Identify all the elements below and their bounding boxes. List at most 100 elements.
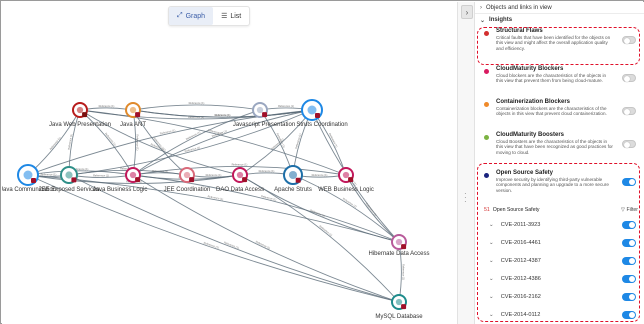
toggle-knob [629, 312, 635, 318]
objects-links-header[interactable]: › Objects and links in view [475, 2, 644, 14]
edge-label: Reference (1) [159, 128, 175, 135]
graph-edge[interactable] [132, 174, 400, 303]
graph-edge[interactable] [239, 174, 400, 303]
graph-node-mysql[interactable]: MySQL Database [375, 294, 423, 320]
insight-toggle[interactable] [622, 140, 636, 148]
cve-label: CVE-2012-4387 [500, 258, 541, 264]
insights-title: Insights [489, 17, 513, 23]
node-icon [183, 171, 191, 179]
cve-list: ⌄ CVE-2011-3923 ⌄ CVE-2016-4461 ⌄ CVE-2012-43… [475, 216, 644, 324]
node-label: Apache Struts [274, 187, 312, 193]
list-view-label: List [230, 12, 242, 20]
chevron-down-icon[interactable]: ⌄ [489, 312, 494, 318]
toggle-knob [629, 258, 635, 264]
cve-toggle[interactable] [622, 311, 636, 319]
warning-badge-icon [315, 113, 320, 118]
insight-toggle[interactable] [622, 178, 636, 186]
app-window: Reference (1) Reference (1) Reference (1) R… [0, 0, 644, 324]
cve-row[interactable]: ⌄ CVE-2012-4386 [475, 270, 644, 288]
cve-row[interactable]: ⌄ CVE-2014-0112 [475, 306, 644, 324]
cve-toggle[interactable] [622, 239, 636, 247]
cve-row[interactable]: ⌄ CVE-2016-2162 [475, 288, 644, 306]
toggle-knob [624, 37, 630, 44]
graph-edge[interactable] [27, 174, 400, 243]
warning-badge-icon [31, 178, 36, 183]
cve-row[interactable]: ⌄ CVE-2012-4387 [475, 252, 644, 270]
view-toggle: ⤢ Graph ☰ List [168, 6, 251, 26]
chevron-down-icon[interactable]: ⌄ [489, 222, 494, 228]
list-icon: ☰ [221, 13, 228, 20]
insight-cloudmaturity-blockers: CloudMaturity Blockers Cloud blockers are… [475, 64, 644, 97]
graph-node-hibernate[interactable]: Hibernate Data Access [368, 234, 430, 257]
drag-handle-icon[interactable]: · · · [464, 190, 467, 206]
cve-label: CVE-2012-4386 [500, 276, 541, 282]
insight-toggle[interactable] [622, 107, 636, 115]
filter-button[interactable]: ▽ Filter [621, 207, 638, 213]
edge-label: Reference (1) [401, 264, 405, 280]
insight-description: Improve security by identifying third-pa… [496, 177, 609, 193]
graph-edge[interactable] [68, 109, 313, 176]
insight-color-dot [484, 102, 489, 107]
insight-toggle[interactable] [622, 74, 636, 82]
node-icon [76, 106, 84, 114]
graph-edge[interactable] [68, 174, 400, 303]
graph-edge[interactable] [292, 174, 400, 243]
insight-description: Cloud Boosters are the characteristics o… [496, 139, 613, 155]
warning-badge-icon [295, 177, 301, 183]
insights-panel: › Objects and links in view ⌄ Insights S… [475, 2, 644, 324]
graph-edge[interactable] [79, 109, 347, 176]
chevron-right-icon: › [480, 4, 482, 11]
edge-label: Reference (1) [136, 135, 140, 151]
edge-label: Reference (1) [278, 104, 294, 108]
chevron-down-icon: ⌄ [480, 17, 486, 24]
edge-label: Reference (1) [365, 202, 378, 217]
insights-header[interactable]: ⌄ Insights [475, 14, 644, 26]
cve-toggle[interactable] [622, 275, 636, 283]
toggle-knob [629, 240, 635, 246]
node-icon [307, 105, 317, 115]
graph-edge[interactable] [239, 174, 400, 243]
warning-badge-icon [401, 304, 407, 310]
node-icon [65, 171, 73, 179]
insight-color-dot [484, 173, 489, 178]
graph-svg[interactable]: Reference (1) Reference (1) Reference (1) R… [2, 2, 457, 324]
insight-open-source-safety: Open Source Safety Improve security by id… [475, 168, 644, 204]
edge-label: Reference (1) [312, 173, 328, 177]
graph-view-button[interactable]: ⤢ Graph [169, 7, 214, 25]
edge-label: Reference (1) [99, 104, 115, 108]
chevron-down-icon[interactable]: ⌄ [489, 294, 494, 300]
filter-icon: ▽ [621, 207, 626, 213]
graph-edge[interactable] [132, 174, 400, 243]
graph-icon: ⤢ [177, 12, 183, 19]
cve-row[interactable]: ⌄ CVE-2016-4461 [475, 234, 644, 252]
node-label: Struts Coordination [296, 122, 347, 128]
node-label: WEB Business Logic [318, 187, 374, 193]
graph-canvas[interactable]: Reference (1) Reference (1) Reference (1) R… [2, 2, 457, 324]
insight-title: Structural Flaws [496, 28, 543, 34]
collapse-panel-button[interactable]: › [461, 5, 473, 19]
oss-count: 51 [484, 207, 490, 213]
cve-toggle[interactable] [622, 221, 636, 229]
cve-label: CVE-2016-2162 [500, 294, 541, 300]
edge-label: Reference (1) [232, 162, 248, 166]
cve-toggle[interactable] [622, 293, 636, 301]
panel-splitter[interactable]: › · · · [457, 2, 475, 324]
graph-node-dao[interactable]: DAO Data Access [216, 167, 264, 193]
graph-edge[interactable] [132, 104, 261, 111]
insight-description: Cloud blockers are the characteristics o… [496, 73, 607, 84]
graph-edge[interactable] [79, 109, 134, 176]
list-view-button[interactable]: ☰ List [213, 7, 249, 25]
graph-edge[interactable] [27, 174, 400, 303]
cve-label: CVE-2016-4461 [500, 240, 541, 246]
insight-toggle[interactable] [622, 36, 636, 44]
cve-toggle[interactable] [622, 257, 636, 265]
chevron-down-icon[interactable]: ⌄ [489, 258, 494, 264]
chevron-down-icon[interactable]: ⌄ [489, 240, 494, 246]
chevron-down-icon[interactable]: ⌄ [489, 276, 494, 282]
graph-node-struts-coord[interactable]: Struts Coordination [296, 99, 348, 128]
chevron-right-icon: › [465, 7, 469, 17]
toggle-knob [624, 108, 630, 115]
filter-label: Filter [626, 207, 638, 213]
cve-row[interactable]: ⌄ CVE-2011-3923 [475, 216, 644, 234]
edge-label: Reference (1) [259, 169, 275, 173]
